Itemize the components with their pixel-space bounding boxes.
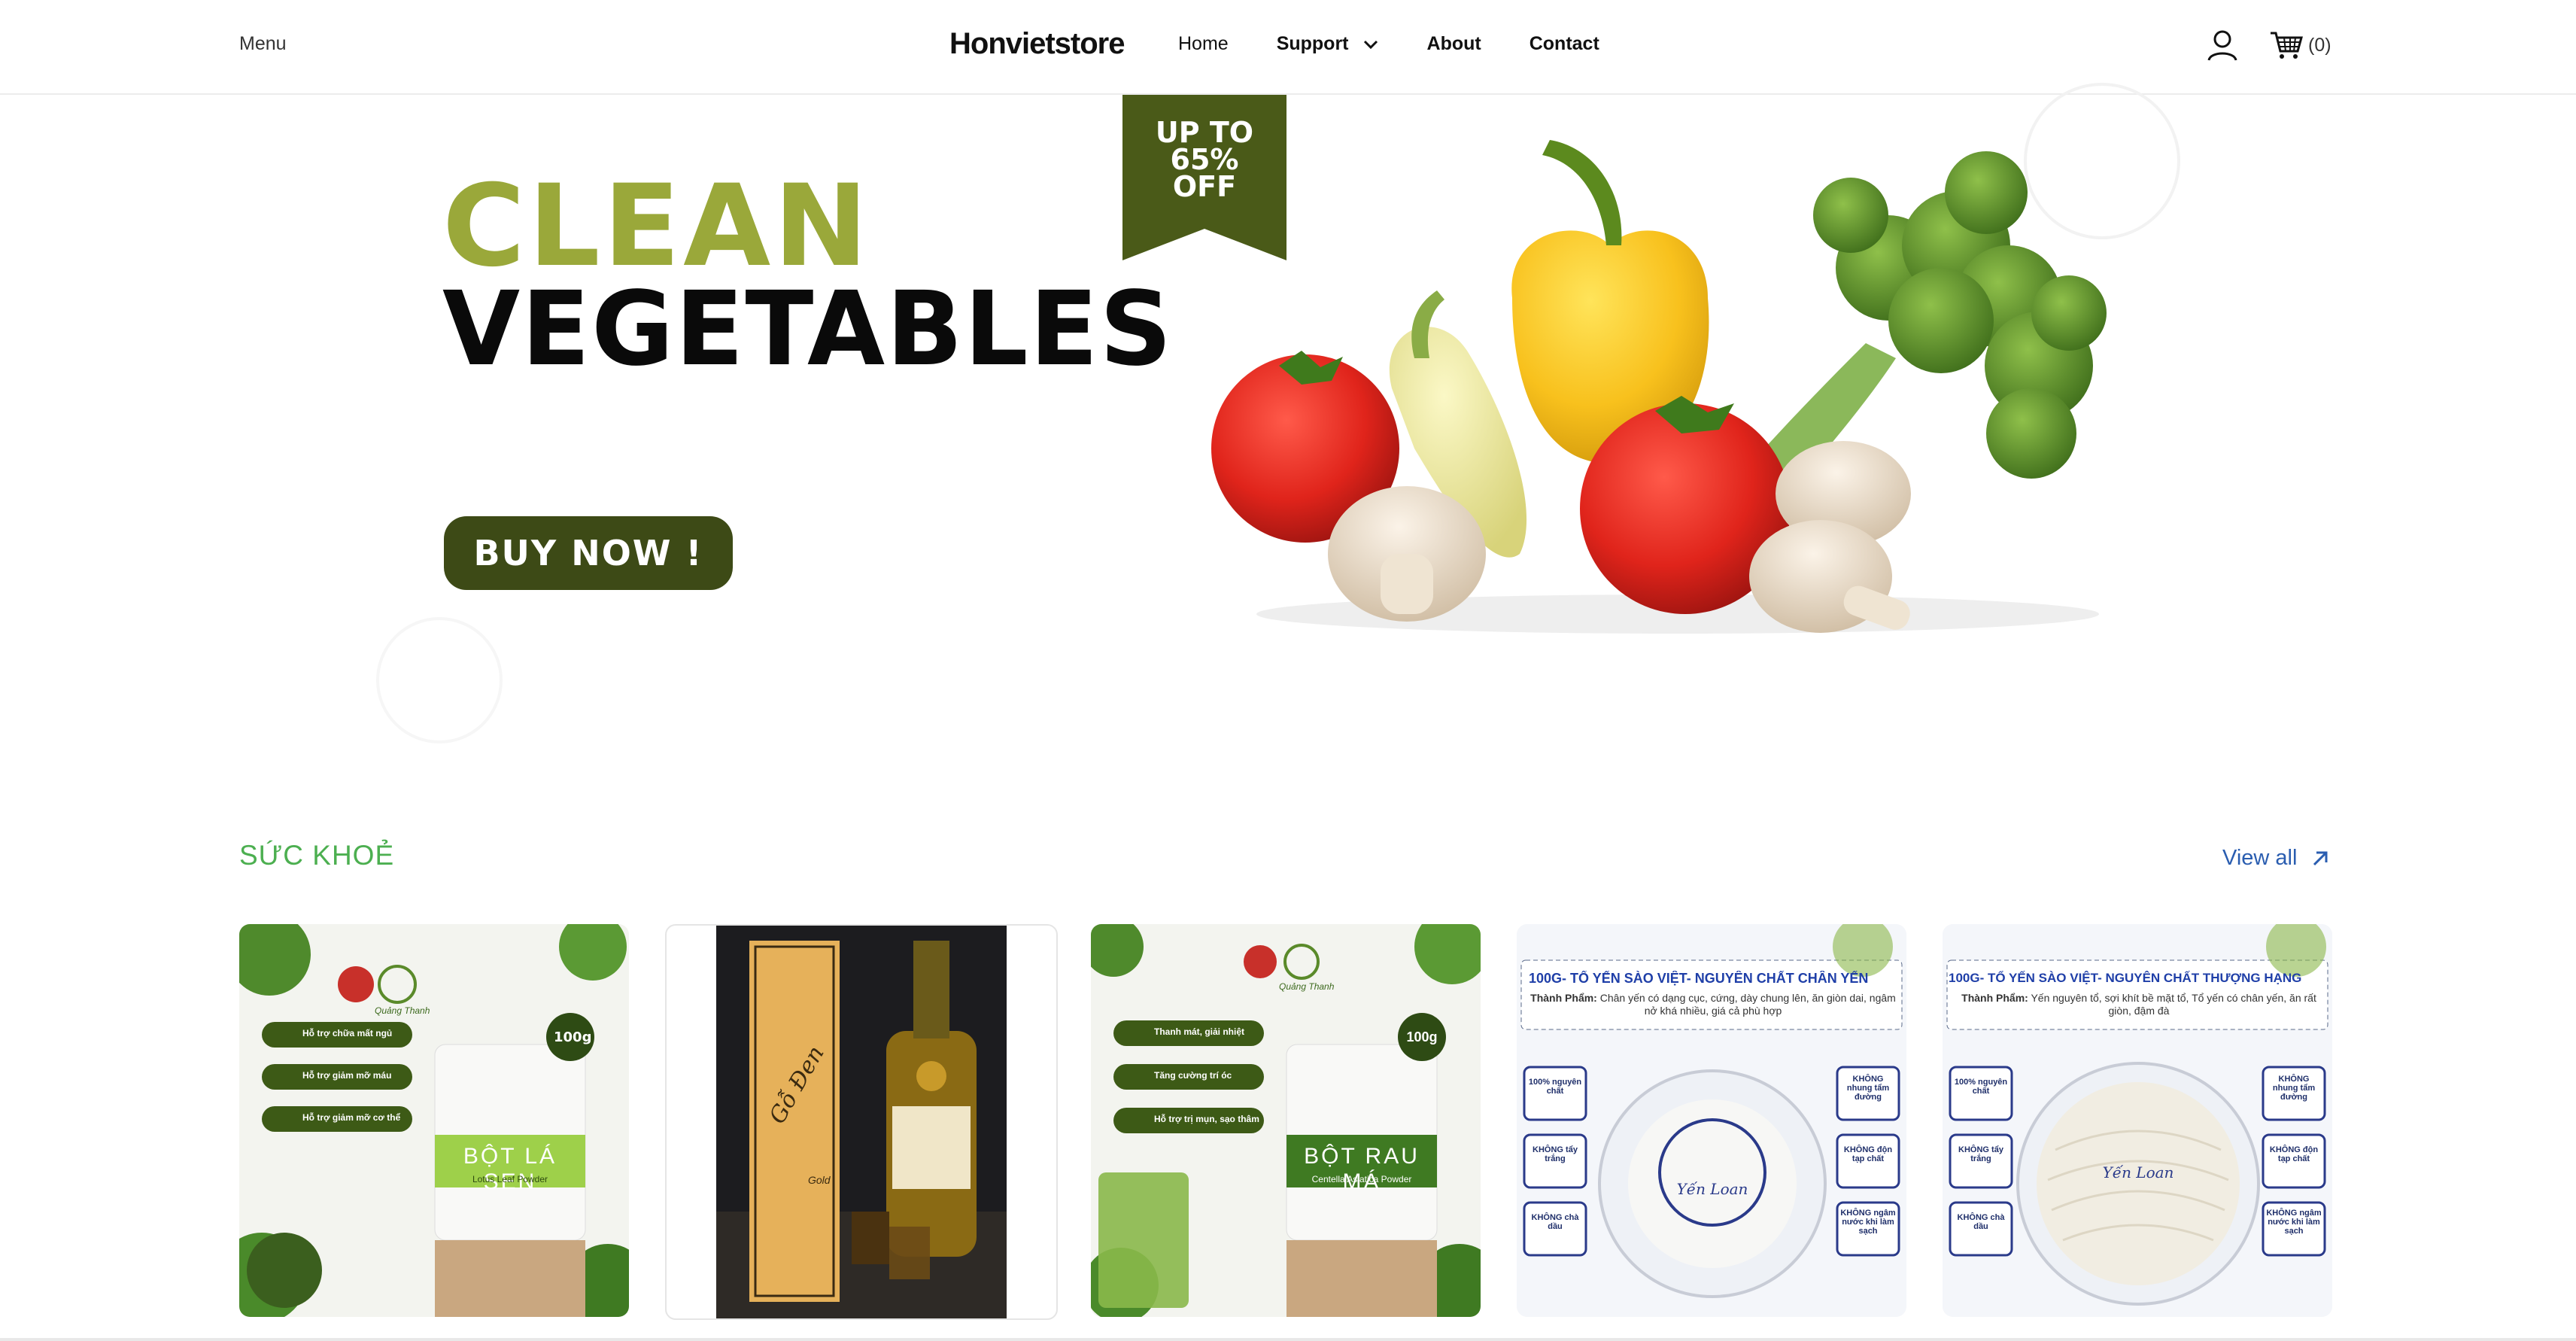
- section-title: SỨC KHOẺ: [239, 840, 395, 871]
- badge-left-3: KHÔNG chà dầu: [1531, 1213, 1579, 1231]
- badge-left-3: KHÔNG chà dầu: [1957, 1213, 2005, 1231]
- badge-left-2: KHÔNG tẩy trắng: [1958, 1145, 2003, 1163]
- product-weight-badge: 100g: [1406, 1029, 1438, 1045]
- badge-right-1: KHÔNG nhung tẩm đường: [2272, 1075, 2316, 1102]
- badge-left-1: 100% nguyên chất: [1954, 1078, 2008, 1096]
- description-label: Thành Phẩm:: [1530, 992, 1597, 1004]
- vegetables-image: [1211, 140, 2107, 634]
- product-card[interactable]: 100G- TỔ YẾN SÀO VIỆT- NGUYÊN CHẤT THƯỢN…: [1943, 924, 2332, 1317]
- product-image: [716, 926, 1007, 1318]
- product-brand: Quảng Thanh: [375, 1005, 430, 1016]
- product-card[interactable]: 100G- TỔ YẾN SÀO VIỆT- NGUYÊN CHẤT CHÂN …: [1517, 924, 1906, 1317]
- product-name: BỘT RAU MÁ: [1304, 1144, 1420, 1194]
- product-headline: 100G- TỔ YẾN SÀO VIỆT- NGUYÊN CHẤT CHÂN …: [1529, 971, 1869, 986]
- nav-home-label: Home: [1178, 33, 1229, 54]
- nav-support[interactable]: Support: [1277, 33, 1379, 55]
- badge-right-2: KHÔNG độn tạp chất: [2269, 1145, 2319, 1163]
- benefit-1: Thanh mát, giải nhiệt: [1154, 1026, 1245, 1037]
- badge-right-2: KHÔNG độn tạp chất: [1843, 1145, 1893, 1163]
- product-weight-badge: 100g: [554, 1029, 592, 1045]
- product-brand: Quảng Thanh: [1279, 981, 1335, 992]
- user-account-icon[interactable]: [2206, 29, 2239, 62]
- nav-contact[interactable]: Contact: [1530, 33, 1599, 55]
- product-description: Thành Phẩm: Chân yến có dạng cục, cứng, …: [1529, 992, 1897, 1017]
- product-headline: 100G- TỔ YẾN SÀO VIỆT- NGUYÊN CHẤT THƯỢN…: [1949, 971, 2302, 985]
- description-label: Thành Phẩm:: [1961, 992, 2028, 1004]
- brand-logo[interactable]: Honvietstore: [949, 27, 1125, 61]
- product-name: BỘT LÁ SEN: [463, 1144, 557, 1194]
- product-subtitle: Gold: [808, 1174, 831, 1186]
- cart-button[interactable]: (0): [2269, 30, 2331, 60]
- nav-about[interactable]: About: [1427, 33, 1481, 55]
- product-image: [239, 924, 629, 1317]
- benefit-2: Hỗ trợ giảm mỡ máu: [302, 1070, 392, 1081]
- main-nav: Home Support About Contact: [1178, 33, 1648, 55]
- product-description: Thành Phẩm: Yến nguyên tổ, sợi khít bề m…: [1955, 992, 2323, 1017]
- product-card[interactable]: 100g Quảng Thanh Hỗ trợ chữa mất ngủ Hỗ …: [239, 924, 629, 1317]
- product-subtitle: Centella Asiatica Powder: [1311, 1174, 1412, 1184]
- hero-title-clean: CLEAN: [442, 161, 871, 292]
- benefit-1: Hỗ trợ chữa mất ngủ: [302, 1028, 393, 1038]
- benefit-3: Hỗ trợ trị mụn, sạo thâm: [1154, 1114, 1259, 1124]
- product-brand: Yến Loan: [2102, 1163, 2174, 1181]
- nav-about-label: About: [1426, 33, 1481, 54]
- view-all-label: View all: [2222, 846, 2298, 870]
- description-text: Chân yến có dạng cục, cứng, dày chung lê…: [1599, 992, 1896, 1017]
- hero-title-vegetables: VEGETABLES: [442, 270, 1174, 389]
- badge-left-1: 100% nguyên chất: [1528, 1078, 1582, 1096]
- menu-button[interactable]: Menu: [239, 33, 287, 55]
- chevron-down-icon: [1363, 40, 1378, 49]
- badge-right-3: KHÔNG ngâm nước khi làm sạch: [2266, 1209, 2322, 1236]
- arrow-up-right-icon: [2313, 851, 2328, 865]
- description-text: Yến nguyên tổ, sợi khít bề mặt tổ, Tổ yế…: [2031, 992, 2316, 1017]
- badge-right-1: KHÔNG nhung tẩm đường: [1846, 1075, 1890, 1102]
- divider: [0, 1338, 2576, 1341]
- badge-left-2: KHÔNG tẩy trắng: [1533, 1145, 1578, 1163]
- badge-right-3: KHÔNG ngâm nước khi làm sạch: [1840, 1209, 1896, 1236]
- nav-contact-label: Contact: [1529, 33, 1599, 54]
- product-card[interactable]: Gỗ Đen Gold: [665, 924, 1058, 1320]
- view-all-link[interactable]: View all: [2222, 846, 2330, 871]
- buy-now-button[interactable]: BUY NOW !: [444, 516, 733, 590]
- site-header: Menu Honvietstore Home Support About Con…: [0, 0, 2576, 95]
- nav-support-label: Support: [1276, 33, 1349, 54]
- product-card[interactable]: 100g Quảng Thanh Thanh mát, giải nhiệt T…: [1091, 924, 1481, 1317]
- cart-count: (0): [2308, 34, 2331, 56]
- product-brand: Yến Loan: [1676, 1180, 1748, 1198]
- shopping-cart-icon: [2271, 32, 2303, 59]
- benefit-2: Tăng cường trí óc: [1154, 1070, 1232, 1081]
- product-subtitle: Lotus Leaf Powder: [472, 1174, 548, 1184]
- benefit-3: Hỗ trợ giảm mỡ cơ thể: [302, 1112, 401, 1123]
- decorative-circle: [376, 617, 503, 743]
- nav-home[interactable]: Home: [1178, 33, 1229, 55]
